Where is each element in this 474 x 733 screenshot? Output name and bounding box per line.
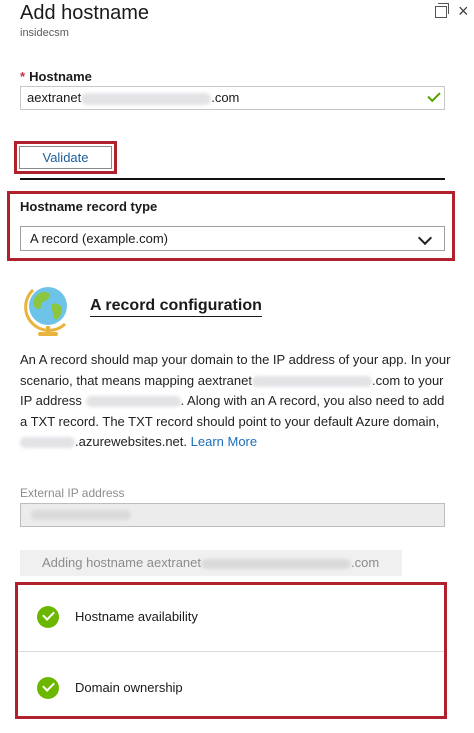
restore-icon[interactable] [435,3,449,18]
redacted-text [85,396,181,408]
external-ip-field [20,503,445,527]
check-hostname-availability: Hostname availability [75,609,198,624]
close-icon[interactable]: × [458,2,469,20]
hostname-input[interactable]: aextranet .com [20,86,445,110]
hostname-value-prefix: aextranet [27,90,82,105]
record-type-value: A record (example.com) [30,231,168,246]
record-type-select[interactable]: A record (example.com) [20,226,445,251]
redacted-text [20,437,75,449]
blade-title: Add hostname [20,2,149,24]
section-divider [20,178,445,180]
hostname-value-suffix: .com [211,90,240,105]
redacted-text [81,92,212,105]
check-domain-ownership: Domain ownership [75,680,183,695]
chevron-down-icon [417,230,433,246]
learn-more-link[interactable]: Learn More [191,434,257,449]
config-description: An A record should map your domain to th… [20,352,451,449]
config-title: A record configuration [90,297,262,317]
blade-subtitle: insidecsm [20,27,69,39]
record-type-label: Hostname record type [20,199,158,214]
redacted-text [31,510,131,520]
checks-divider [18,651,444,652]
success-check-icon [37,677,59,699]
required-mark: * [20,69,26,84]
hostname-label: * Hostname [20,69,92,84]
external-ip-label: External IP address [20,486,125,500]
redacted-text [201,558,351,569]
globe-icon [24,287,67,336]
validate-button[interactable]: Validate [19,146,112,169]
add-hostname-button[interactable]: Adding hostname aextranet .com [20,550,402,576]
success-check-icon [37,606,59,628]
redacted-text [251,375,372,387]
